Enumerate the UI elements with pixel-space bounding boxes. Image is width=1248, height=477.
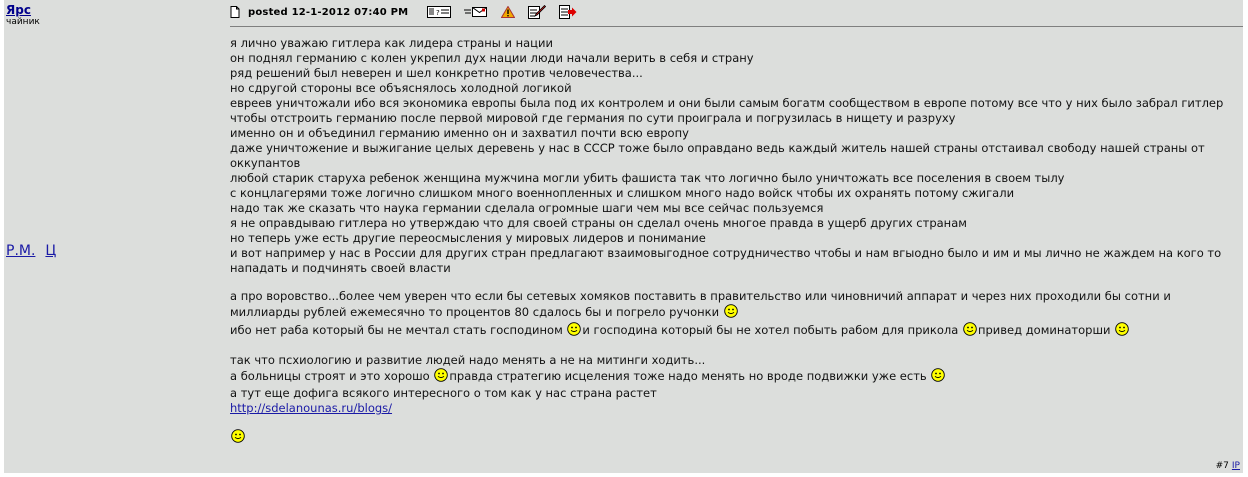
paragraph-2: а про воровство...более чем уверен что е… <box>230 289 1240 340</box>
email-icon[interactable] <box>464 6 488 18</box>
body-line: именно он и объединил германию именно он… <box>230 126 689 140</box>
paragraph-1: я лично уважаю гитлера как лидера страны… <box>230 36 1240 276</box>
author-name[interactable]: Ярс <box>6 3 31 17</box>
body-line: евреев уничтожали ибо вся экономика евро… <box>230 96 1224 110</box>
post-body: я лично уважаю гитлера как лидера страны… <box>230 36 1240 447</box>
body-line: надо так же сказать что наука германии с… <box>230 201 824 215</box>
private-message-link[interactable]: Р.М. <box>6 243 35 259</box>
paragraph-3: так что псхиологию и развитие людей надо… <box>230 353 1240 416</box>
post-number: #7 <box>1215 461 1229 471</box>
body-line: я лично уважаю гитлера как лидера страны… <box>230 36 553 50</box>
profile-icon[interactable]: ? <box>427 6 452 18</box>
body-line: так что псхиологию и развитие людей надо… <box>230 353 706 367</box>
body-line: чтобы отстроить германию после первой ми… <box>230 111 956 125</box>
blog-link[interactable]: http://sdelanounas.ru/blogs/ <box>230 401 392 415</box>
smiley-icon <box>567 322 582 340</box>
body-line: любой старик старуха ребенок женщина муж… <box>230 171 1065 185</box>
body-line: ряд решений был неверен и шел конкретно … <box>230 66 643 80</box>
body-line: даже уничтожение и выжигание целых дерев… <box>230 141 1205 170</box>
body-text-span: а про воровство...более чем уверен что е… <box>230 289 1171 319</box>
post-header: posted 12-1-2012 07:40 PM ? <box>230 4 590 20</box>
body-text-span: правда стратегию исцеления тоже надо мен… <box>449 369 927 383</box>
quote-author-link[interactable]: Ц <box>45 243 56 259</box>
smiley-icon <box>931 368 946 386</box>
header-divider <box>230 26 1243 27</box>
ip-link[interactable]: IP <box>1232 461 1240 471</box>
body-line: с концлагерями тоже логично слишком мног… <box>230 186 1015 200</box>
page-icon <box>230 6 240 18</box>
body-line: но теперь уже есть другие переосмысления… <box>230 231 706 245</box>
body-line: а тут еще дофига всякого интересного о т… <box>230 386 657 400</box>
smiley-icon <box>434 368 449 386</box>
body-line: я не оправдываю гитлера но утверждаю что… <box>230 216 967 230</box>
body-line: ибо нет раба который бы не мечтал стать … <box>230 322 1240 340</box>
body-text-span: а больницы строят и это хорошо <box>230 369 430 383</box>
post-footer: #7 IP <box>1216 461 1240 471</box>
post-date: posted 12-1-2012 07:40 PM <box>248 6 409 18</box>
smiley-icon <box>1115 322 1129 340</box>
quote-icon[interactable] <box>559 5 577 19</box>
svg-text:?: ? <box>436 9 440 17</box>
edit-icon[interactable] <box>528 5 547 19</box>
warning-icon[interactable] <box>501 6 516 18</box>
author-panel: Ярс чайник Р.М. Ц <box>4 0 224 473</box>
post-content: posted 12-1-2012 07:40 PM ? я лично уваж… <box>230 0 1243 473</box>
smiley-icon <box>963 322 977 340</box>
body-text-span: привед доминаторши <box>977 323 1111 337</box>
smiley-icon <box>723 304 738 322</box>
post-toolbar: ? <box>427 5 590 19</box>
body-line: но сдругой стороны все объяснялось холод… <box>230 81 572 95</box>
author-rank: чайник <box>6 17 40 27</box>
smiley-icon <box>231 429 245 447</box>
body-line: и вот например у нас в России для других… <box>230 246 1222 275</box>
forum-post: Ярс чайник Р.М. Ц posted 12-1-2012 07:40 … <box>4 0 1243 473</box>
body-line <box>230 429 1240 447</box>
body-line: а про воровство...более чем уверен что е… <box>230 289 1240 322</box>
body-text-span: и господина который бы не хотел побыть р… <box>582 323 959 337</box>
body-line: а больницы строят и это хорошо правда ст… <box>230 368 1240 386</box>
author-links: Р.М. Ц <box>6 243 56 259</box>
body-line: он поднял германию с колен укрепил дух н… <box>230 51 754 65</box>
body-line: http://sdelanounas.ru/blogs/ <box>230 401 1240 416</box>
body-text-span: ибо нет раба который бы не мечтал стать … <box>230 323 563 337</box>
